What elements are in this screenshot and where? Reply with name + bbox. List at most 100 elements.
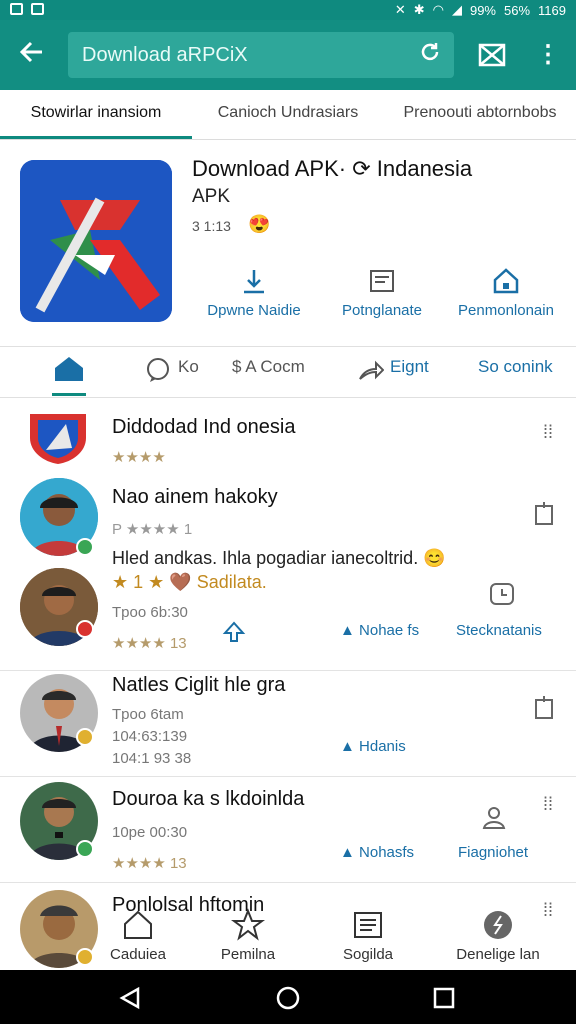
like-action-label: Nohae fs xyxy=(359,622,420,639)
mute-icon: ✕ xyxy=(394,2,406,17)
toolbar-label: Sogilda xyxy=(342,946,394,963)
nav-home-icon[interactable] xyxy=(276,986,300,1015)
review-time: Tpoo 6tam xyxy=(112,706,184,723)
bookmark-icon[interactable] xyxy=(532,694,560,722)
app-subtitle: APK xyxy=(192,186,231,207)
search-input[interactable]: Download aRPCiX xyxy=(68,32,454,78)
tab-1[interactable]: Stowirlar inansiom xyxy=(0,90,192,139)
home-outline-icon xyxy=(78,908,198,942)
more-options-icon[interactable]: ⁞⁞ xyxy=(534,790,562,818)
app-bar: Download aRPCiX ⋮ xyxy=(0,20,576,90)
status-bar: ✕ ✱ ◠ ◢ 99% 56% 1169 xyxy=(0,0,576,20)
document-action[interactable]: Potnglanate xyxy=(318,266,446,319)
signal-icon: ◢ xyxy=(451,2,462,17)
like-action[interactable]: ▲ Nohasfs xyxy=(340,844,414,861)
system-nav-bar xyxy=(0,970,576,1024)
bookmark-icon[interactable] xyxy=(532,500,560,528)
subnav-item-4[interactable]: So conink xyxy=(478,357,553,377)
document-icon xyxy=(318,266,446,296)
like-action[interactable]: ▲ Hdanis xyxy=(340,738,406,755)
reviewer-name: Douroa ka s lkdoinlda xyxy=(112,788,305,810)
toolbar-item-sogilda[interactable]: Sogilda xyxy=(308,908,428,963)
active-indicator xyxy=(52,393,86,396)
like-action-label: Hdanis xyxy=(359,738,406,755)
nav-back-icon[interactable] xyxy=(118,986,142,1015)
toolbar-item-home[interactable]: Caduiea xyxy=(78,908,198,963)
review-stars: ★★★★ 13 xyxy=(112,635,187,652)
secondary-action[interactable]: Fiagniohet xyxy=(458,844,528,861)
subnav-item-2[interactable]: $ A Cocm xyxy=(232,357,305,377)
search-input-value[interactable]: Download aRPCiX xyxy=(82,44,248,67)
reaction-line: ★ 1 ★ 🤎 Sadilata. xyxy=(112,572,267,592)
refresh-icon[interactable] xyxy=(416,40,444,68)
image-icon xyxy=(31,3,44,15)
shield-logo-icon xyxy=(26,410,90,466)
back-arrow-icon[interactable] xyxy=(14,38,50,72)
review-line2: 104:63:139 xyxy=(112,728,188,745)
wifi-icon: ◠ xyxy=(432,2,444,17)
app-row[interactable]: Diddodad Ind onesia ★★★★ ⁞⁞ xyxy=(0,398,576,468)
review-row[interactable]: Douroa ka s lkdoinlda 10pe 00:30 ★★★★ 13… xyxy=(0,776,576,880)
signal-percent: 56% xyxy=(504,2,531,18)
app-row-stars: ★★★★ xyxy=(112,449,166,466)
chat-icon[interactable] xyxy=(146,357,172,388)
arrow-up-icon: ▲ xyxy=(340,738,355,755)
toolbar-label: Pemilna xyxy=(220,946,276,963)
review-feed: Diddodad Ind onesia ★★★★ ⁞⁞ Nao ainem ha… xyxy=(0,398,576,968)
share-icon[interactable] xyxy=(358,359,385,388)
app-meta: 3 1:13 xyxy=(192,218,231,234)
subnav-item-3[interactable]: Eignt xyxy=(390,357,429,377)
review-time: Tpoo 6b:30 xyxy=(112,604,188,621)
reviewer-name: Natles Ciglit hle gra xyxy=(112,674,286,696)
image-icon xyxy=(10,3,23,15)
review-row[interactable]: ★ 1 ★ 🤎 Sadilata. Tpoo 6b:30 ★★★★ 13 ▲ N… xyxy=(0,564,576,668)
app-logo xyxy=(20,160,172,322)
stack-action[interactable]: Stecknatanis xyxy=(456,622,542,639)
review-row[interactable]: Natles Ciglit hle gra Tpoo 6tam 104:63:1… xyxy=(0,670,576,774)
more-options-icon[interactable]: ⁞⁞ xyxy=(534,418,562,446)
list-icon xyxy=(308,908,428,942)
like-action[interactable]: ▲ Nohae fs xyxy=(340,622,419,639)
clock-bubble-icon[interactable] xyxy=(488,580,516,608)
toolbar-item-denelige[interactable]: Denelige lan xyxy=(438,908,558,963)
tab-3[interactable]: Prenoouti abtornbobs xyxy=(384,90,576,139)
home-tab-icon[interactable] xyxy=(52,355,86,383)
status-right: ✕ ✱ ◠ ◢ 99% 56% 1169 xyxy=(395,2,566,18)
compass-icon xyxy=(438,908,558,942)
home-action[interactable]: Penmonlonain xyxy=(442,266,570,319)
star-wrench-icon xyxy=(188,908,308,942)
bluetooth-icon: ✱ xyxy=(413,2,425,17)
mail-icon[interactable] xyxy=(478,42,506,68)
clock: 1169 xyxy=(538,2,566,18)
home-icon xyxy=(442,266,570,296)
people-icon[interactable] xyxy=(480,804,508,832)
download-action[interactable]: Dpwne Naidie xyxy=(190,266,318,319)
more-vert-icon[interactable]: ⋮ xyxy=(536,40,560,70)
review-row[interactable]: Nao ainem hakoky P ★★★★ 1 Hled andkas. I… xyxy=(0,474,576,568)
battery-text: 99% xyxy=(469,2,496,18)
status-badge-icon xyxy=(76,728,94,746)
online-badge-icon xyxy=(76,840,94,858)
download-action-label: Dpwne Naidie xyxy=(207,302,301,319)
alert-badge-icon xyxy=(76,620,94,638)
toolbar-item-pemilna[interactable]: Pemilna xyxy=(188,908,308,963)
like-action-label: Nohasfs xyxy=(359,844,415,861)
upload-icon[interactable] xyxy=(222,620,246,649)
app-header: Download APK· ⟳ Indanesia APK 3 1:13 😍 D… xyxy=(0,140,576,346)
download-icon xyxy=(190,266,318,296)
review-line3: 104:1 93 38 xyxy=(112,750,192,767)
home-action-label: Penmonlonain xyxy=(458,302,554,319)
review-time: 10pe 00:30 xyxy=(112,824,188,841)
heart-eyes-emoji: 😍 xyxy=(248,214,271,234)
subnav-item-1[interactable]: Ko xyxy=(178,357,199,377)
document-action-label: Potnglanate xyxy=(341,302,423,319)
review-stars: ★★★★ 13 xyxy=(112,855,187,872)
status-left xyxy=(10,3,44,15)
secondary-nav: Ko $ A Cocm Eignt So conink xyxy=(0,346,576,398)
nav-recents-icon[interactable] xyxy=(432,986,456,1015)
reviewer-rating: P ★★★★ 1 xyxy=(112,521,193,538)
toolbar-label: Caduiea xyxy=(110,946,166,963)
online-badge-icon xyxy=(76,538,94,556)
tab-2[interactable]: Canioch Undrasiars xyxy=(192,90,384,139)
bottom-toolbar: Caduiea Pemilna Sogilda Denelige lan xyxy=(0,904,576,970)
